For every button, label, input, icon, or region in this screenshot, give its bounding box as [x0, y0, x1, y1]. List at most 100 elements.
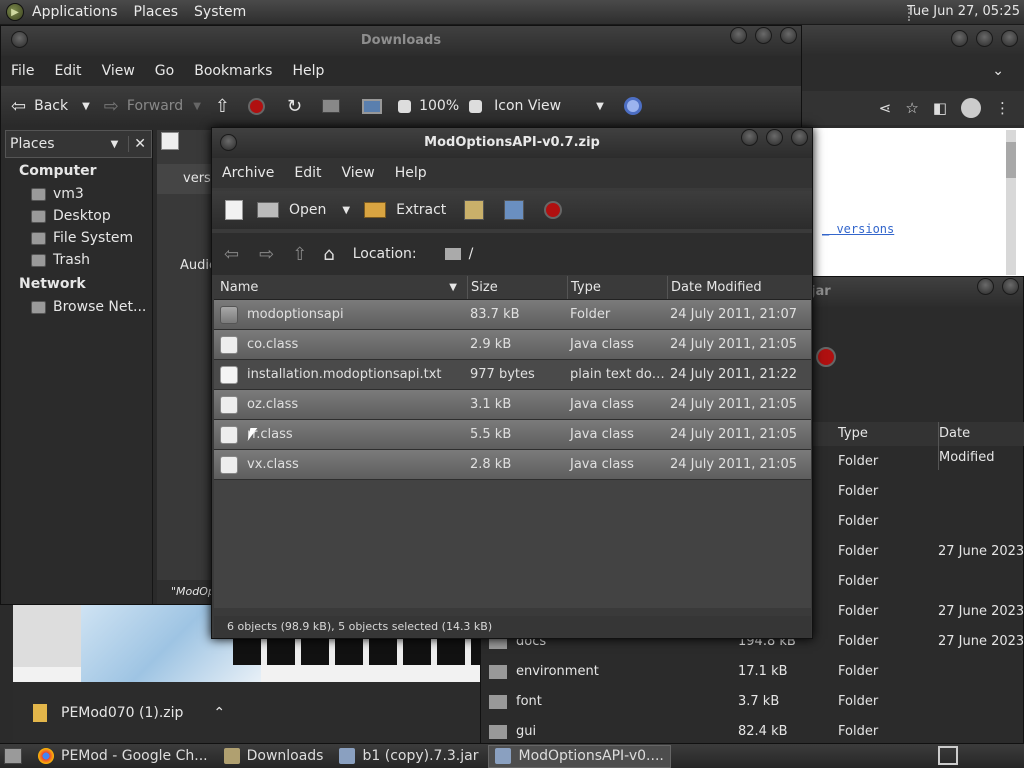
menu-go[interactable]: Go	[145, 63, 184, 79]
sidebar-chevron-icon[interactable]: ▼	[111, 139, 119, 150]
sidebar-item-file-system[interactable]: File System	[5, 227, 152, 249]
menu-file[interactable]: File	[1, 63, 44, 79]
edit-location-icon[interactable]	[161, 132, 179, 150]
nautilus-titlebar[interactable]: Downloads	[1, 26, 801, 56]
menu-help[interactable]: Help	[385, 165, 437, 181]
col-type-header[interactable]: Type	[567, 276, 667, 299]
menu-applications[interactable]: Applications	[24, 4, 126, 20]
download-options-chevron-icon[interactable]: ⌃	[213, 705, 225, 721]
close-icon[interactable]	[1001, 30, 1018, 47]
taskbar-button[interactable]: ModOptionsAPI-v0....	[488, 744, 671, 768]
back-button[interactable]: Back	[34, 98, 68, 114]
maximize-icon[interactable]	[766, 129, 783, 146]
file-row[interactable]: oz.class 3.1 kB Java class 24 July 2011, 21…	[214, 390, 811, 420]
up-arrow-icon[interactable]: ⇧	[292, 244, 307, 265]
menu-system[interactable]: System	[186, 4, 254, 20]
open-button[interactable]: Open	[289, 202, 326, 218]
taskbar-button[interactable]: PEMod - Google Ch...	[32, 745, 214, 768]
stop-icon[interactable]	[248, 97, 265, 115]
view-mode-select[interactable]: Icon View	[494, 98, 590, 114]
stop-icon[interactable]	[816, 347, 836, 367]
zoom-level[interactable]: 100%	[419, 98, 459, 114]
back-arrow-icon[interactable]: ⇦	[11, 96, 26, 117]
menu-view[interactable]: View	[92, 63, 145, 79]
computer-icon[interactable]	[362, 98, 383, 114]
forward-history-chevron-icon[interactable]: ▼	[193, 101, 201, 112]
col-type-header[interactable]: Type	[838, 422, 868, 446]
bookmark-star-icon[interactable]: ☆	[905, 99, 918, 117]
minimize-icon[interactable]	[741, 129, 758, 146]
profile-avatar-icon[interactable]	[961, 98, 981, 118]
download-item[interactable]: PEMod070 (1).zip ⌃	[13, 682, 249, 744]
zoom-out-icon[interactable]	[398, 99, 412, 113]
window-menu-icon[interactable]	[11, 31, 28, 48]
window-menu-icon[interactable]	[220, 134, 237, 151]
extract-icon[interactable]	[364, 202, 387, 218]
sidebar-item-trash[interactable]: Trash	[5, 249, 152, 271]
forward-arrow-icon[interactable]: ⇨	[259, 244, 274, 265]
add-folder-icon[interactable]	[504, 200, 525, 220]
forward-button[interactable]: Forward	[127, 98, 183, 114]
back-arrow-icon[interactable]: ⇦	[224, 244, 239, 265]
more-menu-icon[interactable]: ⋮	[995, 99, 1010, 117]
new-archive-icon[interactable]	[225, 200, 243, 220]
archive2-row[interactable]: environment 17.1 kB Folder	[481, 657, 1024, 687]
scrollbar[interactable]	[1006, 130, 1016, 275]
file-row[interactable]: vx.class 2.8 kB Java class 24 July 2011, 21…	[214, 450, 811, 480]
maximize-icon[interactable]	[1002, 278, 1019, 295]
close-icon[interactable]	[780, 27, 797, 44]
home-icon[interactable]	[322, 99, 341, 113]
file-row[interactable]: modoptionsapi 83.7 kB Folder 24 July 2011, …	[214, 300, 811, 330]
zoom-in-icon[interactable]	[469, 99, 483, 113]
forward-arrow-icon[interactable]: ⇨	[104, 96, 119, 117]
sidebar-header[interactable]: Places ▼ ✕	[5, 130, 152, 158]
up-arrow-icon[interactable]: ⇧	[215, 96, 230, 117]
minimize-icon[interactable]	[951, 30, 968, 47]
sidebar-item-desktop[interactable]: Desktop	[5, 205, 152, 227]
sidebar-close-icon[interactable]: ✕	[128, 136, 151, 152]
file-row[interactable]: co.class 2.9 kB Java class 24 July 2011, 21…	[214, 330, 811, 360]
view-mode-chevron-icon[interactable]: ▼	[596, 101, 604, 112]
search-icon[interactable]	[623, 97, 642, 115]
sidebar-toggle-icon[interactable]: ◧	[933, 99, 947, 117]
taskbar-button[interactable]: Downloads	[218, 745, 330, 768]
add-files-icon[interactable]	[464, 200, 485, 220]
menu-help[interactable]: Help	[282, 63, 334, 79]
location-path[interactable]: /	[469, 246, 474, 262]
menu-edit[interactable]: Edit	[284, 165, 331, 181]
menu-bookmarks[interactable]: Bookmarks	[184, 63, 282, 79]
menu-edit[interactable]: Edit	[44, 63, 91, 79]
tab-list-chevron-icon[interactable]: ⌄	[800, 55, 1024, 87]
show-desktop-icon[interactable]	[4, 748, 22, 764]
distro-logo-icon[interactable]: ▶	[6, 3, 24, 21]
back-history-chevron-icon[interactable]: ▼	[82, 101, 90, 112]
versions-link[interactable]: _ versions	[822, 222, 894, 236]
menu-archive[interactable]: Archive	[212, 165, 284, 181]
reload-icon[interactable]: ↻	[287, 96, 302, 117]
open-archive-icon[interactable]	[257, 202, 279, 218]
home-icon[interactable]: ⌂	[323, 244, 334, 265]
col-name-header[interactable]: Name ▼	[214, 276, 467, 299]
partial-tab[interactable]: versi	[157, 164, 215, 194]
sort-chevron-icon[interactable]: ▼	[449, 276, 457, 299]
file-row[interactable]: installation.modoptionsapi.txt 977 bytes p…	[214, 360, 811, 390]
menu-view[interactable]: View	[332, 165, 385, 181]
col-date-header[interactable]: Date Modified	[667, 276, 811, 299]
roller-titlebar[interactable]: ModOptionsAPI-v0.7.zip	[212, 128, 812, 158]
col-size-header[interactable]: Size	[467, 276, 567, 299]
file-row[interactable]: rr.class 5.5 kB Java class 24 July 2011, 21…	[214, 420, 811, 450]
extract-button[interactable]: Extract	[396, 202, 446, 218]
sidebar-item-browse-network[interactable]: Browse Net...	[5, 296, 152, 318]
minimize-icon[interactable]	[730, 27, 747, 44]
maximize-icon[interactable]	[976, 30, 993, 47]
close-icon[interactable]	[791, 129, 808, 146]
taskbar-button[interactable]: b1 (copy).7.3.jar	[333, 745, 484, 768]
workspace-switcher-icon[interactable]	[938, 746, 958, 765]
maximize-icon[interactable]	[755, 27, 772, 44]
open-chevron-icon[interactable]: ▼	[342, 205, 350, 216]
sidebar-item-vm3[interactable]: vm3	[5, 183, 152, 205]
stop-icon[interactable]	[544, 201, 563, 219]
menu-places[interactable]: Places	[126, 4, 187, 20]
share-icon[interactable]: ⋖	[879, 99, 892, 117]
minimize-icon[interactable]	[977, 278, 994, 295]
